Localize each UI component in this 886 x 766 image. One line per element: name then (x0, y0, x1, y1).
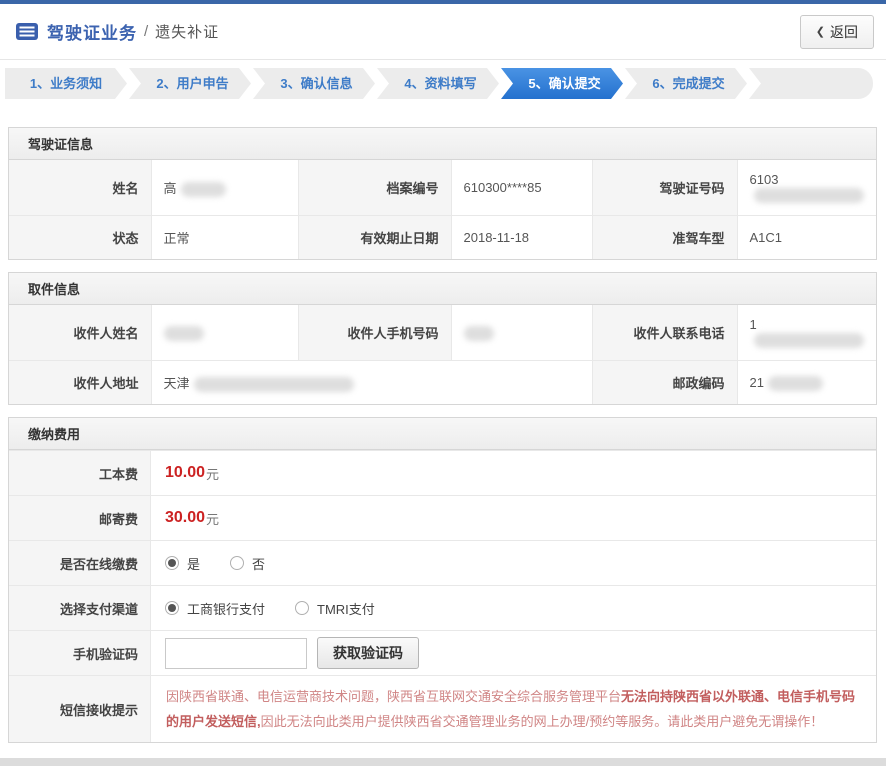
field-label-recipient-address: 收件人地址 (9, 361, 151, 405)
breadcrumb-separator: / (144, 23, 148, 40)
step-progress-bar: 1、业务须知 2、用户申告 3、确认信息 4、资料填写 5、确认提交 6、完成提… (5, 68, 873, 99)
step-2-user-declaration[interactable]: 2、用户申告 (129, 68, 251, 99)
section-title-license: 驾驶证信息 (9, 128, 876, 160)
step-5-confirm-submit-active[interactable]: 5、确认提交 (501, 68, 623, 99)
pay-channel-label: 选择支付渠道 (9, 586, 151, 630)
step-1-business-notes[interactable]: 1、业务须知 (5, 68, 127, 99)
field-value-postal-code: 21 (737, 361, 876, 405)
table-row: 姓名 高 档案编号 610300****85 驾驶证号码 6103 (9, 160, 876, 216)
field-value-recipient-name (151, 305, 298, 361)
table-row: 收件人姓名 收件人手机号码 收件人联系电话 1 (9, 305, 876, 361)
section-payment: 缴纳费用 工本费 10.00 元 邮寄费 30.00 元 是否在线缴费 是 (8, 417, 877, 743)
radio-channel-tmri[interactable]: TMRI支付 (295, 599, 375, 618)
bottom-edge (0, 758, 886, 766)
field-value-recipient-address: 天津 (151, 361, 592, 405)
field-value-vehicle-class: A1C1 (737, 216, 876, 260)
page-title: 驾驶证业务 (47, 19, 137, 44)
radio-selected-icon (165, 556, 179, 570)
step-bar-tail (749, 68, 873, 99)
pay-channel-row: 选择支付渠道 工商银行支付 TMRI支付 (9, 585, 876, 630)
redacted-value (464, 326, 494, 341)
field-label-postal-code: 邮政编码 (592, 361, 737, 405)
field-label-license-number: 驾驶证号码 (592, 160, 737, 216)
field-label-recipient-name: 收件人姓名 (9, 305, 151, 361)
back-button[interactable]: ❮ 返回 (800, 15, 874, 49)
sms-notice-label: 短信接收提示 (9, 676, 151, 742)
step-6-complete-submit[interactable]: 6、完成提交 (625, 68, 747, 99)
breadcrumb-current: 遗失补证 (155, 21, 219, 42)
radio-online-pay-yes[interactable]: 是 (165, 554, 200, 573)
fee-amount: 30.00 (165, 509, 205, 527)
sms-notice-row: 短信接收提示 因陕西省联通、电信运营商技术问题，陕西省互联网交通安全综合服务管理… (9, 675, 876, 742)
redacted-value (181, 182, 226, 197)
section-title-pickup: 取件信息 (9, 273, 876, 305)
back-button-label: 返回 (830, 22, 858, 42)
page: 驾驶证业务 / 遗失补证 ❮ 返回 1、业务须知 2、用户申告 3、确认信息 4… (0, 0, 886, 766)
radio-unselected-icon (295, 601, 309, 615)
field-label-name: 姓名 (9, 160, 151, 216)
table-row: 状态 正常 有效期止日期 2018-11-18 准驾车型 A1C1 (9, 216, 876, 260)
section-license-info: 驾驶证信息 姓名 高 档案编号 610300****85 驾驶证号码 6103 … (8, 127, 877, 260)
pickup-info-table: 收件人姓名 收件人手机号码 收件人联系电话 1 收件人地址 天津 邮政编码 21 (9, 305, 876, 404)
online-pay-row: 是否在线缴费 是 否 (9, 540, 876, 585)
fee-label: 工本费 (9, 451, 151, 495)
field-label-vehicle-class: 准驾车型 (592, 216, 737, 260)
redacted-value (768, 376, 823, 391)
section-title-payment: 缴纳费用 (9, 418, 876, 450)
redacted-value (754, 333, 864, 348)
sms-code-row: 手机验证码 获取验证码 (9, 630, 876, 675)
form-list-icon (16, 23, 38, 40)
fee-row-production-cost: 工本费 10.00 元 (9, 450, 876, 495)
sms-notice-text: 因陕西省联通、电信运营商技术问题，陕西省互联网交通安全综合服务管理平台无法向持陕… (151, 676, 876, 742)
sms-code-label: 手机验证码 (9, 631, 151, 675)
radio-channel-icbc[interactable]: 工商银行支付 (165, 599, 265, 618)
radio-selected-icon (165, 601, 179, 615)
field-value-expiry-date: 2018-11-18 (451, 216, 592, 260)
radio-unselected-icon (230, 556, 244, 570)
fee-unit: 元 (206, 464, 219, 483)
radio-label: TMRI支付 (317, 599, 375, 618)
radio-label: 否 (252, 554, 265, 573)
radio-label: 是 (187, 554, 200, 573)
step-3-confirm-info[interactable]: 3、确认信息 (253, 68, 375, 99)
step-4-fill-materials[interactable]: 4、资料填写 (377, 68, 499, 99)
field-value-status: 正常 (151, 216, 298, 260)
section-pickup-info: 取件信息 收件人姓名 收件人手机号码 收件人联系电话 1 收件人地址 天津 邮政… (8, 272, 877, 405)
field-value-file-number: 610300****85 (451, 160, 592, 216)
redacted-value (754, 188, 864, 203)
field-value-license-number: 6103 (737, 160, 876, 216)
chevron-left-icon: ❮ (816, 25, 825, 38)
radio-online-pay-no[interactable]: 否 (230, 554, 265, 573)
sms-code-input[interactable] (165, 638, 307, 669)
field-label-recipient-mobile: 收件人手机号码 (298, 305, 451, 361)
header: 驾驶证业务 / 遗失补证 ❮ 返回 (0, 4, 886, 60)
field-label-status: 状态 (9, 216, 151, 260)
field-value-recipient-phone: 1 (737, 305, 876, 361)
field-label-file-number: 档案编号 (298, 160, 451, 216)
redacted-value (194, 377, 354, 392)
redacted-value (164, 326, 204, 341)
fee-label: 邮寄费 (9, 496, 151, 540)
field-label-recipient-phone: 收件人联系电话 (592, 305, 737, 361)
get-sms-code-button[interactable]: 获取验证码 (317, 637, 419, 669)
field-value-recipient-mobile (451, 305, 592, 361)
fee-row-postage: 邮寄费 30.00 元 (9, 495, 876, 540)
online-pay-label: 是否在线缴费 (9, 541, 151, 585)
field-label-expiry-date: 有效期止日期 (298, 216, 451, 260)
fee-unit: 元 (206, 509, 219, 528)
field-value-name: 高 (151, 160, 298, 216)
table-row: 收件人地址 天津 邮政编码 21 (9, 361, 876, 405)
fee-amount: 10.00 (165, 464, 205, 482)
license-info-table: 姓名 高 档案编号 610300****85 驾驶证号码 6103 状态 正常 … (9, 160, 876, 259)
radio-label: 工商银行支付 (187, 599, 265, 618)
